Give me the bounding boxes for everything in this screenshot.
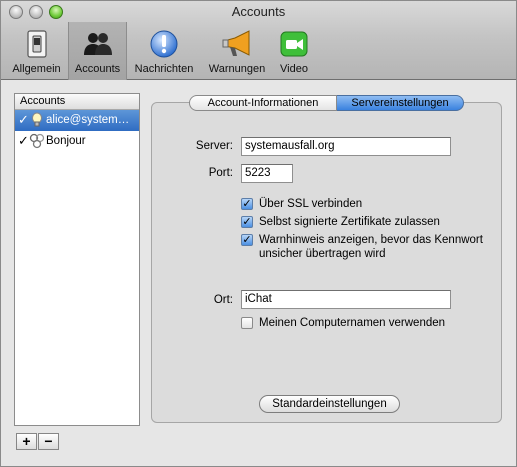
account-list[interactable]: Accounts ✓ alice@system… ✓ Bonjour <box>14 93 140 426</box>
server-label: Server: <box>195 140 233 152</box>
server-field[interactable]: systemausfall.org <box>241 137 451 156</box>
toolbar-item-nachrichten[interactable]: Nachrichten <box>129 22 199 80</box>
computer-name-checkbox-label: Meinen Computernamen verwenden <box>259 317 446 329</box>
toolbar-item-video[interactable]: Video <box>273 22 315 80</box>
preferences-window: Accounts Allgemein Accounts Nachrichten … <box>0 0 517 467</box>
account-row-bonjour[interactable]: ✓ Bonjour <box>15 131 139 152</box>
toolbar-item-allgemein[interactable]: Allgemein <box>6 22 67 80</box>
video-camera-icon <box>280 31 308 57</box>
location-field[interactable]: iChat <box>241 290 451 309</box>
toolbar-label: Video <box>280 63 308 75</box>
account-name: alice@system… <box>46 114 130 126</box>
account-row-alice[interactable]: ✓ alice@system… <box>15 110 139 131</box>
warn-insecure-label-line2: unsicher übertragen wird <box>259 248 386 260</box>
tab-bar: Account-Informationen Servereinstellunge… <box>189 95 464 111</box>
jabber-lightbulb-icon <box>32 112 42 127</box>
toolbar-label: Warnungen <box>208 63 266 75</box>
toolbar-label: Accounts <box>74 63 121 75</box>
warn-insecure-checkbox-label: Warnhinweis anzeigen, bevor das Kennwort… <box>259 233 483 261</box>
megaphone-icon <box>222 30 250 56</box>
computer-name-checkbox[interactable] <box>241 317 253 329</box>
account-name: Bonjour <box>46 135 86 147</box>
add-account-button[interactable]: + <box>16 433 37 450</box>
warn-insecure-checkbox[interactable]: ✓ <box>241 234 253 246</box>
toolbar-label: Allgemein <box>12 63 61 75</box>
ssl-checkbox-label: Über SSL verbinden <box>259 198 363 210</box>
tab-account-informationen[interactable]: Account-Informationen <box>189 95 337 111</box>
remove-account-button[interactable]: − <box>38 433 59 450</box>
toolbar-label: Nachrichten <box>134 63 194 75</box>
bonjour-icon <box>29 133 45 149</box>
people-icon <box>83 33 112 55</box>
self-signed-checkbox[interactable]: ✓ <box>241 216 253 228</box>
title-bar: Accounts Allgemein Accounts Nachrichten … <box>1 1 516 80</box>
location-label: Ort: <box>213 294 233 306</box>
self-signed-checkbox-label: Selbst signierte Zertifikate zulassen <box>259 216 440 228</box>
warn-insecure-label-line1: Warnhinweis anzeigen, bevor das Kennwort <box>259 234 483 246</box>
account-list-header: Accounts <box>15 94 139 110</box>
port-label: Port: <box>208 167 233 179</box>
switch-icon <box>26 30 47 58</box>
exclamation-icon <box>150 30 178 58</box>
tab-servereinstellungen[interactable]: Servereinstellungen <box>337 95 464 111</box>
window-title: Accounts <box>231 4 286 19</box>
defaults-button[interactable]: Standardeinstellungen <box>259 395 400 413</box>
toolbar-item-warnungen[interactable]: Warnungen <box>203 22 271 80</box>
toolbar-item-accounts[interactable]: Accounts <box>68 22 127 80</box>
port-field[interactable]: 5223 <box>241 164 293 183</box>
ssl-checkbox[interactable]: ✓ <box>241 198 253 210</box>
